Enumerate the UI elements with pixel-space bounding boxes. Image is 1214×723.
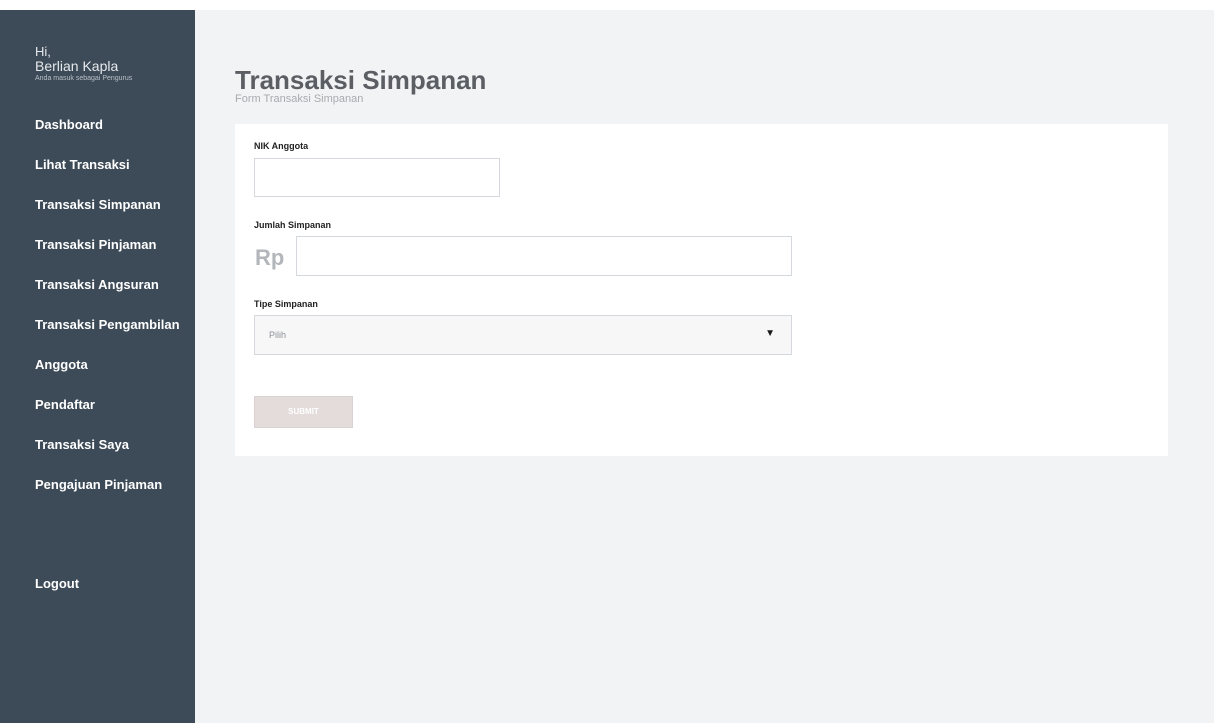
user-greeting: Hi, Berlian Kapla Anda masuk sebagai Pen… (35, 45, 132, 83)
caret-down-icon: ▼ (765, 328, 775, 339)
sidebar-item-transaksi-angsuran[interactable]: Transaksi Angsuran (35, 277, 180, 317)
sidebar-item-transaksi-pengambilan[interactable]: Transaksi Pengambilan (35, 317, 180, 357)
nik-input[interactable] (254, 158, 500, 197)
sidebar-item-anggota[interactable]: Anggota (35, 357, 180, 397)
user-role: Anda masuk sebagai Pengurus (35, 75, 133, 82)
type-label: Tipe Simpanan (254, 299, 318, 309)
submit-button[interactable]: SUBMIT (254, 396, 353, 428)
greeting-text: Hi, (35, 44, 51, 59)
currency-prefix: Rp (255, 245, 285, 270)
sidebar-nav: Dashboard Lihat Transaksi Transaksi Simp… (35, 117, 180, 517)
main-content: Transaksi Simpanan Form Transaksi Simpan… (195, 10, 1214, 723)
page-subtitle: Form Transaksi Simpanan (235, 93, 364, 105)
sidebar-item-transaksi-pinjaman[interactable]: Transaksi Pinjaman (35, 237, 180, 277)
amount-label: Jumlah Simpanan (254, 220, 332, 230)
type-select[interactable]: Pilih ▼ (254, 315, 792, 355)
amount-input[interactable] (296, 236, 792, 276)
transaction-form-card: NIK Anggota Jumlah Simpanan Rp Tipe Simp… (235, 124, 1168, 456)
sidebar-item-transaksi-saya[interactable]: Transaksi Saya (35, 437, 180, 477)
sidebar-item-pendaftar[interactable]: Pendaftar (35, 397, 180, 437)
user-name: Berlian Kapla (35, 58, 119, 74)
type-select-value: Pilih (269, 330, 287, 340)
app-frame: Hi, Berlian Kapla Anda masuk sebagai Pen… (0, 10, 1214, 723)
sidebar-item-transaksi-simpanan[interactable]: Transaksi Simpanan (35, 197, 180, 237)
sidebar-item-lihat-transaksi[interactable]: Lihat Transaksi (35, 157, 180, 197)
sidebar-item-pengajuan-pinjaman[interactable]: Pengajuan Pinjaman (35, 477, 180, 517)
logout-link[interactable]: Logout (35, 576, 79, 591)
sidebar-item-dashboard[interactable]: Dashboard (35, 117, 180, 157)
nik-label: NIK Anggota (254, 141, 309, 151)
sidebar: Hi, Berlian Kapla Anda masuk sebagai Pen… (0, 10, 195, 723)
page-title: Transaksi Simpanan (235, 65, 487, 95)
